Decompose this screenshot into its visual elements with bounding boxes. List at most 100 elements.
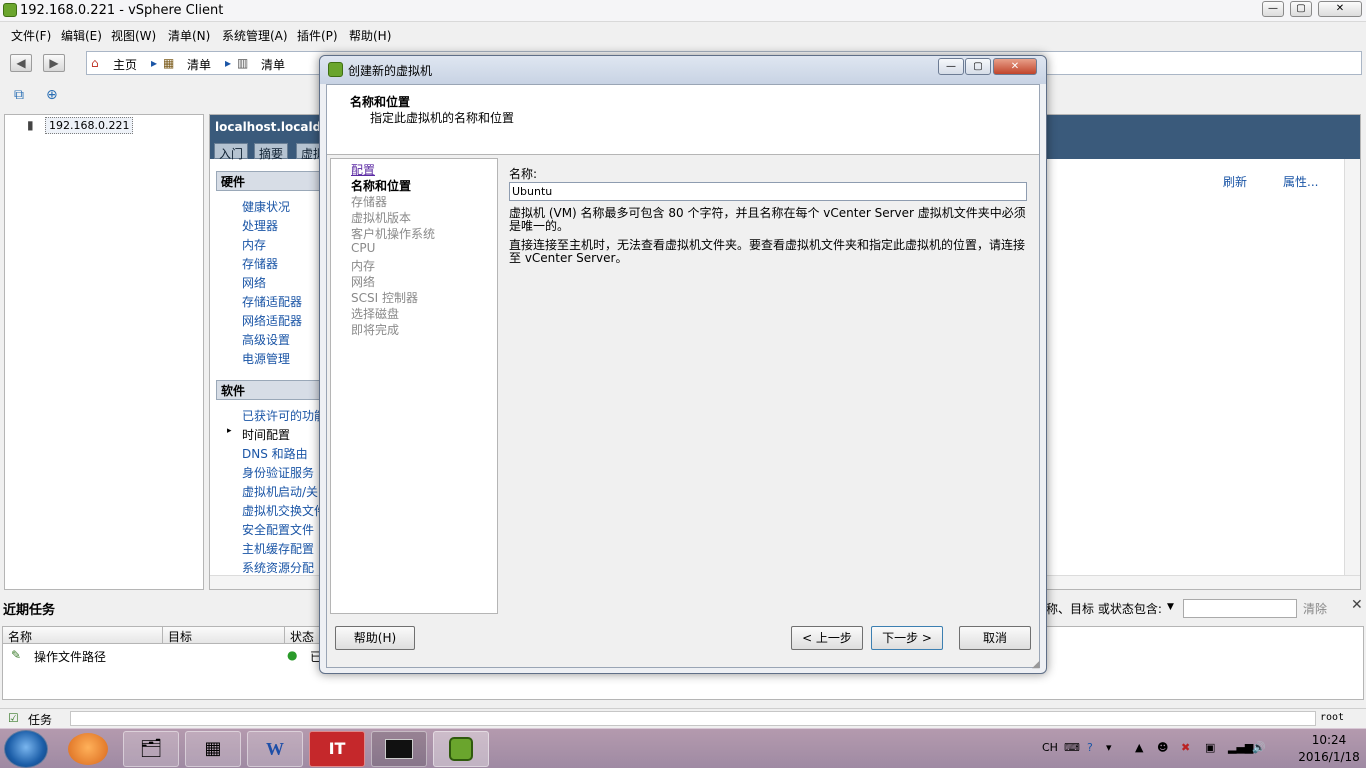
clock-date: 2016/1/18 [1298, 750, 1360, 764]
dialog-close-button[interactable]: ✕ [993, 58, 1037, 75]
back-button[interactable]: < 上一步 [791, 626, 863, 650]
clock[interactable]: 10:24 2016/1/18 [1296, 732, 1362, 766]
network-app-icon[interactable]: ▦ [185, 731, 241, 767]
new-vm-icon[interactable]: ⧉ [14, 87, 32, 103]
volume-icon[interactable]: 🔊 [1252, 741, 1266, 754]
dialog-titlebar: 创建新的虚拟机 — ▢ ✕ [320, 56, 1046, 84]
menu-help[interactable]: 帮助(H) [349, 27, 391, 44]
clear-link[interactable]: 清除 [1303, 600, 1327, 617]
sw-vm-startup[interactable]: 虚拟机启动/关 [242, 483, 318, 500]
menu-plugins[interactable]: 插件(P) [297, 27, 338, 44]
windows-taskbar: 🗂 ▦ W IT CH ⌨ ? ▾ ▲ ☻ ✖ ▣ ▂▄▆ 🔊 10:24 20… [0, 728, 1366, 768]
menu-edit[interactable]: 编辑(E) [61, 27, 102, 44]
tray-icon[interactable]: ▾ [1106, 741, 1112, 754]
hw-processors[interactable]: 处理器 [242, 217, 278, 234]
dialog-title: 创建新的虚拟机 [348, 64, 433, 78]
hw-health-status[interactable]: 健康状况 [242, 198, 290, 215]
add-resource-icon[interactable]: ⊕ [46, 87, 64, 103]
hw-storage-adapters[interactable]: 存储适配器 [242, 293, 302, 310]
sw-vm-swapfile[interactable]: 虚拟机交换文件 [242, 502, 326, 519]
sw-time-configuration[interactable]: 时间配置 [242, 426, 290, 443]
start-button[interactable] [4, 730, 48, 768]
breadcrumb-inventory-2[interactable]: 清单 [261, 56, 285, 73]
tasks-button[interactable]: 任务 [28, 711, 52, 728]
properties-link[interactable]: 属性... [1283, 173, 1318, 190]
host-icon: ▥ [237, 56, 249, 70]
vsphere-app-icon [328, 62, 343, 77]
menu-bar: 文件(F) 编辑(E) 视图(W) 清单(N) 系统管理(A) 插件(P) 帮助… [0, 23, 1366, 45]
sw-licensed-features[interactable]: 已获许可的功能 [242, 407, 326, 424]
hw-networking[interactable]: 网络 [242, 274, 266, 291]
hw-network-adapters[interactable]: 网络适配器 [242, 312, 302, 329]
breadcrumb-home[interactable]: 主页 [113, 56, 137, 73]
hw-advanced-settings[interactable]: 高级设置 [242, 331, 290, 348]
step-scsi-controller: SCSI 控制器 [351, 291, 418, 305]
refresh-link[interactable]: 刷新 [1223, 173, 1247, 190]
resize-grip-icon[interactable]: ◢ [1032, 659, 1044, 671]
home-icon[interactable]: ⌂ [91, 56, 99, 70]
sw-resource-allocation[interactable]: 系统资源分配 [242, 559, 314, 576]
vm-name-input[interactable] [509, 182, 1027, 201]
it-app-icon[interactable]: IT [309, 731, 365, 767]
filter-input[interactable] [1183, 599, 1297, 618]
hw-memory[interactable]: 内存 [242, 236, 266, 253]
dialog-minimize-button[interactable]: — [938, 58, 964, 75]
tab-getting-started[interactable]: 入门 [214, 143, 249, 161]
status-field [70, 711, 1316, 726]
back-arrow-icon[interactable]: ◀ [10, 54, 32, 72]
command-prompt-icon[interactable] [371, 731, 427, 767]
column-target[interactable]: 目标 [163, 627, 285, 644]
vertical-scrollbar[interactable] [1344, 159, 1360, 575]
show-hidden-icons-icon[interactable]: ▲ [1135, 741, 1143, 754]
sw-host-cache[interactable]: 主机缓存配置 [242, 540, 314, 557]
menu-administration[interactable]: 系统管理(A) [222, 27, 288, 44]
status-bar: ☑ 任务 root [0, 708, 1366, 728]
name-hint-text: 虚拟机 (VM) 名称最多可包含 80 个字符，并且名称在每个 vCenter … [509, 206, 1026, 233]
hw-storage[interactable]: 存储器 [242, 255, 278, 272]
keyboard-icon[interactable]: ⌨ [1064, 741, 1080, 754]
step-memory: 内存 [351, 259, 376, 273]
network-error-icon[interactable]: ✖ [1181, 741, 1190, 754]
inventory-icon: ▦ [163, 56, 175, 70]
sw-dns-routing[interactable]: DNS 和路由 [242, 445, 308, 462]
word-icon[interactable]: W [247, 731, 303, 767]
device-icon[interactable]: ▣ [1205, 741, 1215, 754]
menu-file[interactable]: 文件(F) [11, 27, 51, 44]
minimize-button[interactable]: — [1262, 1, 1284, 17]
qq-icon[interactable]: ☻ [1157, 741, 1168, 754]
cancel-button[interactable]: 取消 [959, 626, 1031, 650]
signal-icon[interactable]: ▂▄▆ [1228, 741, 1253, 754]
sw-authentication[interactable]: 身份验证服务 [242, 464, 314, 481]
help-button[interactable]: 帮助(H) [335, 626, 415, 650]
browser-icon[interactable] [68, 733, 108, 765]
next-button[interactable]: 下一步 > [871, 626, 943, 650]
step-guest-os: 客户机操作系统 [351, 227, 436, 241]
input-language[interactable]: CH [1042, 741, 1058, 754]
column-name[interactable]: 名称 [3, 627, 163, 644]
dialog-maximize-button[interactable]: ▢ [965, 58, 991, 75]
create-vm-dialog: 创建新的虚拟机 — ▢ ✕ 名称和位置 指定此虚拟机的名称和位置 配置 名称和位… [319, 55, 1047, 674]
chevron-down-icon[interactable]: ▼ [1167, 602, 1174, 612]
menu-view[interactable]: 视图(W) [111, 27, 156, 44]
inventory-tree: ▮ 192.168.0.221 [4, 114, 204, 590]
maximize-button[interactable]: ▢ [1290, 1, 1312, 17]
file-explorer-icon[interactable]: 🗂 [123, 731, 179, 767]
recent-tasks-title: 近期任务 [3, 603, 56, 618]
vsphere-taskbar-icon[interactable] [433, 731, 489, 767]
sw-security-profile[interactable]: 安全配置文件 [242, 521, 314, 538]
forward-arrow-icon[interactable]: ▶ [43, 54, 65, 72]
step-ready-to-complete: 即将完成 [351, 323, 400, 337]
breadcrumb-inventory[interactable]: 清单 [187, 56, 211, 73]
step-configuration[interactable]: 配置 [351, 161, 375, 178]
hw-power-management[interactable]: 电源管理 [242, 350, 290, 367]
tree-node-host[interactable]: 192.168.0.221 [45, 117, 134, 134]
name-label: 名称: [509, 167, 538, 181]
menu-inventory[interactable]: 清单(N) [168, 27, 210, 44]
help-icon[interactable]: ? [1087, 741, 1093, 754]
close-icon[interactable]: ✕ [1351, 597, 1363, 613]
step-cpu: CPU [351, 241, 376, 255]
tab-summary[interactable]: 摘要 [254, 143, 289, 161]
filter-label: 称、目标 或状态包含: [1046, 602, 1162, 616]
close-button[interactable]: ✕ [1318, 1, 1362, 17]
step-network: 网络 [351, 275, 376, 289]
